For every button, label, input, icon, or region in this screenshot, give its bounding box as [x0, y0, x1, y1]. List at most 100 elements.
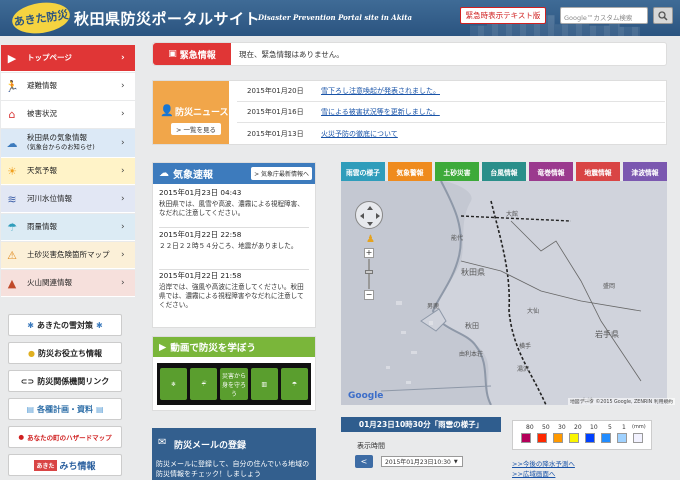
- banner-snow[interactable]: ✱ あきたの雪対策 ✱: [8, 314, 122, 336]
- snowflake-icon: ✱: [27, 320, 34, 330]
- zoom-slider-track[interactable]: [368, 259, 370, 289]
- bulletin-text: ２２日２２時５４分ころ、地震がありました。: [159, 241, 298, 250]
- banner-label: 防災関係機関リンク: [37, 376, 110, 386]
- rain-cloud-map[interactable]: 秋田県 大館 能代 秋田 男鹿 大仙 横手 湯沢 由利本荘 岩手県 盛岡 大崎: [341, 181, 667, 405]
- prev-time-button[interactable]: <: [355, 455, 373, 468]
- books-icon: ▤: [96, 404, 104, 414]
- video-frame-rain: ☔: [190, 368, 218, 400]
- news-link[interactable]: 雪下ろし注意喚起が発表されました。: [321, 86, 440, 96]
- sidebar-item-label: 雨量情報: [27, 221, 57, 231]
- chevron-right-icon: ›: [121, 278, 125, 288]
- video-frame-snow: ❄: [160, 368, 188, 400]
- film-strip[interactable]: ❄ ☔ 災害から身を守ろう ▥ ☂: [157, 363, 311, 405]
- map-label: 能代: [451, 235, 464, 242]
- tab-earthquake[interactable]: 地震情報: [576, 162, 620, 181]
- bulletin-time: 2015年01月23日 04:43: [159, 188, 242, 197]
- jma-latest-link[interactable]: > 気象庁最新情報へ: [251, 167, 312, 180]
- play-icon: ▶: [159, 341, 167, 353]
- video-panel[interactable]: ▶ 動画で防災を学ぼう ❄ ☔ 災害から身を守ろう ▥ ☂: [152, 336, 316, 411]
- map-pan-control[interactable]: [355, 201, 383, 229]
- news-link[interactable]: 火災予防の徹底について: [321, 129, 398, 139]
- sidebar-item-label: 火山関連情報: [27, 277, 72, 287]
- person-icon: 👤: [160, 104, 174, 117]
- news-link[interactable]: 雪による被害状況等を更新しました。: [321, 107, 440, 117]
- tab-typhoon[interactable]: 台風情報: [482, 162, 526, 181]
- video-title: 動画で防災を学ぼう: [170, 343, 256, 354]
- wide-area-link[interactable]: >>広域画面へ: [512, 468, 555, 478]
- chain-link-icon: ⊂⊃: [20, 376, 35, 386]
- bulletin-entry: 2015年01月22日 21:58 沿岸では、強風や高波に注意してください。秋田…: [159, 271, 309, 321]
- map-label: 秋田: [465, 322, 479, 330]
- sidebar-item-weather-info[interactable]: ☁ 秋田県の気象情報 (気象台からのお知らせ) ›: [1, 129, 135, 158]
- tab-rain-clouds[interactable]: 雨雲の様子: [341, 162, 385, 181]
- tab-weather-warnings[interactable]: 気象警報: [388, 162, 432, 181]
- lightbulb-icon: ●: [28, 348, 35, 358]
- search-button[interactable]: [653, 7, 673, 24]
- sidebar-item-rainfall[interactable]: ☂ 雨量情報 ›: [1, 214, 135, 241]
- tab-landslide[interactable]: 土砂災害: [435, 162, 479, 181]
- bulletin-text: 沿岸では、強風や高波に注意してください。秋田県では、濃霧による視程障害やなだれに…: [159, 282, 304, 309]
- search-input[interactable]: Google™カスタム検索: [560, 7, 648, 24]
- weather-bulletin-title: 気象速報: [173, 170, 213, 181]
- pegman-icon[interactable]: ♟: [366, 234, 375, 245]
- map-credit[interactable]: 地図データ ©2015 Google, ZENRIN 利用規約: [568, 398, 675, 405]
- banner-hazard-map[interactable]: ● あなたの町のハザードマップ: [8, 426, 122, 448]
- banner-label: あなたの町のハザードマップ: [27, 434, 112, 442]
- site-title[interactable]: 秋田県防災ポータルサイト: [74, 8, 260, 29]
- google-logo: Google: [348, 391, 384, 401]
- news-more-button[interactable]: > 一覧を見る: [171, 123, 221, 135]
- time-select[interactable]: 2015年01月23日10:30 ▼: [381, 456, 463, 467]
- sidebar-item-label: トップページ: [27, 52, 72, 62]
- mail-register-panel[interactable]: ✉ 防災メールの登録 防災メールに登録して、自分の住んでいる地域の防災情報をチェ…: [152, 428, 316, 480]
- sidebar-item-river[interactable]: ≋ 河川水位情報 ›: [1, 186, 135, 213]
- sidebar-item-damage[interactable]: ⌂ 被害状況 ›: [1, 101, 135, 128]
- news-title: 防災ニュース: [175, 108, 229, 118]
- legend-swatch: [633, 433, 643, 443]
- legend-unit: (mm): [632, 424, 646, 430]
- banner-plans[interactable]: ▤ 各種計画・資料 ▤: [8, 398, 122, 420]
- tab-tornado[interactable]: 竜巻情報: [529, 162, 573, 181]
- map-label: 大館: [506, 211, 519, 218]
- sidebar-item-volcano[interactable]: ▲ 火山関連情報 ›: [1, 270, 135, 297]
- legend-value: 5: [608, 424, 612, 431]
- news-item: 2015年01月20日 雪下ろし注意喚起が発表されました。: [237, 81, 665, 102]
- zoom-slider-handle[interactable]: [365, 270, 373, 274]
- volcano-icon: ▲: [7, 276, 17, 290]
- sidebar-item-top[interactable]: ▶ トップページ ›: [1, 45, 135, 72]
- search-icon: [658, 10, 668, 21]
- books-icon: ▤: [26, 404, 34, 414]
- warning-icon: ⚠: [7, 248, 17, 262]
- sidebar-item-label: 土砂災害危険箇所マップ: [27, 249, 110, 259]
- legend-swatch: [569, 433, 579, 443]
- zoom-out-button[interactable]: −: [364, 290, 374, 300]
- tab-tsunami[interactable]: 津波情報: [623, 162, 667, 181]
- text-mode-button[interactable]: 緊急時表示テキスト版: [460, 7, 546, 24]
- chevron-right-icon: ›: [121, 138, 125, 148]
- site-subtitle: Disaster Prevention Portal site in Akita: [258, 13, 412, 22]
- map-label: 大仙: [527, 308, 540, 315]
- zoom-in-button[interactable]: +: [364, 248, 374, 258]
- mail-description: 防災メールに登録して、自分の住んでいる地域の防災情報をチェック！しましょう: [156, 460, 310, 478]
- bulletin-entry: 2015年01月23日 04:43 秋田県では、風雪や高波、濃霧による視程障害、…: [159, 188, 309, 228]
- banner-useful-info[interactable]: ● 防災お役立ち情報: [8, 342, 122, 364]
- cloud-icon: ☁: [159, 168, 169, 179]
- video-header: ▶ 動画で防災を学ぼう: [153, 337, 315, 357]
- sidebar-item-landslide-map[interactable]: ⚠ 土砂災害危険箇所マップ ›: [1, 242, 135, 269]
- map-label: 岩手県: [595, 330, 619, 339]
- news-item: 2015年01月13日 火災予防の徹底について: [237, 123, 665, 144]
- umbrella-icon: ☂: [7, 220, 17, 234]
- banner-road-info[interactable]: あきた みち情報: [8, 454, 122, 476]
- legend-swatch: [585, 433, 595, 443]
- chevron-right-icon: ›: [121, 81, 125, 91]
- bulletin-time: 2015年01月22日 22:58: [159, 230, 242, 239]
- map-label: 湯沢: [517, 366, 530, 373]
- banner-label: 防災お役立ち情報: [37, 348, 102, 358]
- sidebar-item-evacuation[interactable]: 🏃 避難情報 ›: [1, 73, 135, 100]
- legend-swatch: [553, 433, 563, 443]
- banner-related-links[interactable]: ⊂⊃ 防災関係機関リンク: [8, 370, 122, 392]
- sidebar-item-forecast[interactable]: ☀ 天気予報 ›: [1, 158, 135, 185]
- chevron-right-icon: ›: [121, 109, 125, 119]
- forecast-link[interactable]: >>今後の降水予測へ: [512, 458, 575, 468]
- chevron-down-icon: ▼: [453, 458, 458, 465]
- emergency-title-label: 緊急情報: [179, 50, 216, 61]
